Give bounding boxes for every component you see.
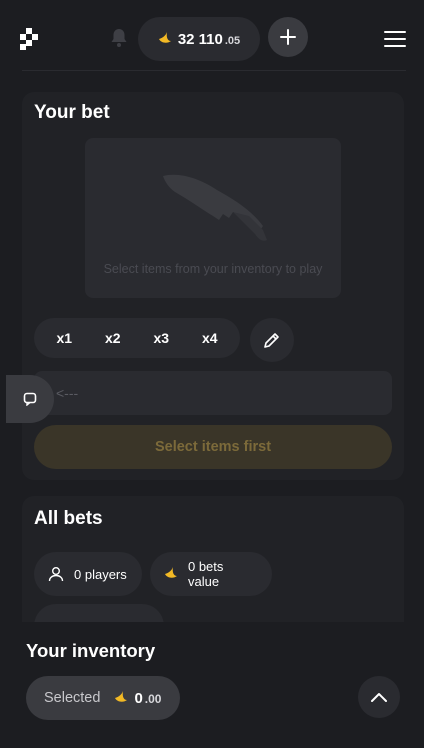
multiplier-x3-button[interactable]: x3	[139, 330, 183, 346]
multiplier-group: x1 x2 x3 x4	[34, 318, 240, 358]
hamburger-menu-icon[interactable]	[384, 30, 406, 48]
balance-cents: .05	[224, 34, 241, 47]
bets-value: 0 bets value	[187, 559, 224, 589]
plus-icon	[280, 29, 296, 45]
selected-cents: .00	[144, 692, 162, 706]
banana-coin-icon	[158, 32, 171, 43]
all-bets-title: All bets	[34, 508, 103, 529]
add-funds-button[interactable]	[268, 17, 308, 57]
bell-icon[interactable]	[110, 28, 128, 48]
multiplier-x1-button[interactable]: x1	[42, 330, 86, 346]
all-bets-panel: All bets 0 players 0 bets value	[22, 496, 404, 636]
bet-amount-input[interactable]: <---	[34, 371, 392, 415]
your-bet-panel: Your bet Select items from your inventor…	[22, 92, 404, 480]
knife-icon	[163, 174, 267, 241]
inventory-title: Your inventory	[26, 640, 156, 661]
your-bet-title: Your bet	[34, 102, 110, 123]
edit-multiplier-button[interactable]	[250, 318, 294, 362]
top-bar: 32 110 .05	[0, 0, 424, 72]
chat-toggle-button[interactable]	[6, 375, 54, 423]
expand-inventory-button[interactable]	[358, 676, 400, 718]
banana-coin-icon	[164, 567, 177, 578]
bets-value-badge: 0 bets value	[150, 552, 272, 596]
players-count-badge: 0 players	[34, 552, 142, 596]
chat-icon	[23, 392, 37, 406]
selected-amount: 0	[134, 689, 143, 707]
multiplier-x2-button[interactable]: x2	[91, 330, 135, 346]
selected-items-summary[interactable]: Selected 0 .00	[26, 676, 180, 720]
place-bet-button[interactable]: Select items first	[34, 425, 392, 469]
balance-display[interactable]: 32 110 .05	[138, 17, 260, 61]
pencil-icon	[264, 333, 279, 348]
players-count: 0 players	[74, 566, 127, 582]
empty-bet-text: Select items from your inventory to play	[103, 262, 323, 276]
selected-label: Selected	[44, 690, 101, 706]
multiplier-x4-button[interactable]: x4	[188, 330, 232, 346]
chevron-up-icon	[371, 693, 387, 702]
balance-amount: 32 110	[177, 30, 223, 48]
inventory-bar: Your inventory Selected 0 .00	[0, 622, 424, 748]
user-icon	[48, 567, 64, 582]
header-divider	[22, 70, 406, 71]
banana-coin-icon	[115, 691, 128, 702]
bet-item-slot[interactable]: Select items from your inventory to play	[85, 138, 341, 298]
pinwheel-logo-icon[interactable]	[20, 28, 40, 50]
